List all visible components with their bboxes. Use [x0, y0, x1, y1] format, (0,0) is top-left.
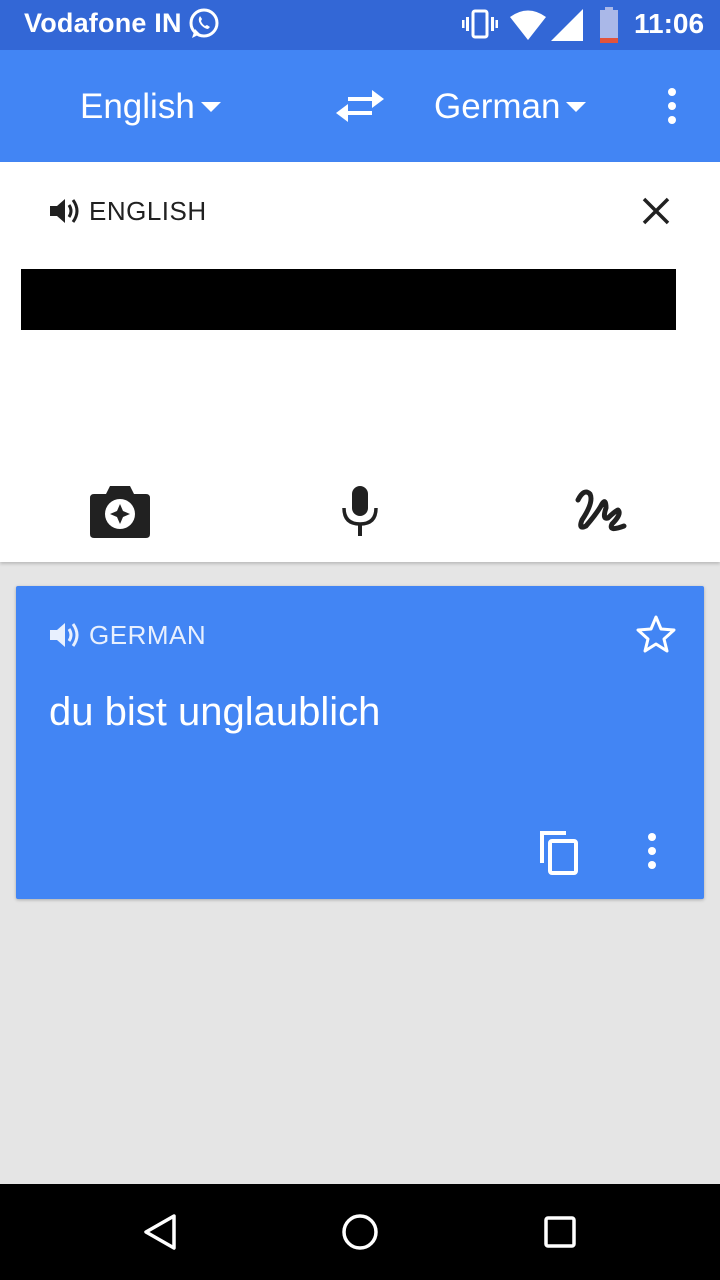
- status-bar: Vodafone IN 11:06: [0, 0, 720, 50]
- input-language-label: ENGLISH: [89, 196, 207, 226]
- swap-languages-icon: [336, 90, 384, 122]
- swap-languages-button[interactable]: [334, 86, 386, 126]
- speaker-icon[interactable]: [48, 196, 82, 226]
- target-language-label: German: [434, 87, 561, 126]
- input-text-redacted[interactable]: [21, 269, 676, 330]
- translation-result-card[interactable]: GERMAN du bist unglaublich: [16, 586, 704, 899]
- recents-button[interactable]: [540, 1212, 580, 1252]
- back-button[interactable]: [140, 1212, 180, 1252]
- result-language-label: GERMAN: [89, 620, 207, 650]
- battery-icon: [598, 7, 620, 43]
- camera-icon: [90, 486, 150, 538]
- recents-icon: [544, 1216, 576, 1248]
- clock: 11:06: [634, 8, 705, 39]
- vibrate-icon: [462, 8, 498, 40]
- handwriting-button[interactable]: [572, 482, 628, 538]
- source-language-label: English: [80, 87, 195, 126]
- microphone-icon: [342, 486, 378, 536]
- overflow-menu-button[interactable]: [660, 86, 684, 126]
- clear-input-button[interactable]: [640, 195, 672, 227]
- cell-signal-icon: [551, 9, 583, 41]
- dropdown-caret-icon: [200, 102, 221, 112]
- star-button[interactable]: [635, 614, 677, 654]
- whatsapp-icon: [187, 7, 221, 41]
- copy-button[interactable]: [538, 829, 582, 875]
- translation-text: du bist unglaublich: [49, 690, 381, 734]
- home-button[interactable]: [340, 1212, 380, 1252]
- carrier-name: Vodafone IN: [24, 8, 182, 38]
- handwriting-icon: [575, 489, 627, 532]
- overflow-menu-icon: [668, 88, 676, 124]
- close-icon: [642, 197, 670, 225]
- star-icon: [636, 615, 676, 653]
- navigation-bar: [0, 1184, 720, 1280]
- result-overflow-menu-button[interactable]: [640, 832, 664, 872]
- wifi-icon: [510, 10, 546, 40]
- copy-icon: [540, 831, 578, 875]
- overflow-menu-icon: [648, 833, 656, 869]
- microphone-button[interactable]: [340, 482, 380, 538]
- input-panel: ENGLISH: [0, 162, 720, 562]
- dropdown-caret-icon: [566, 102, 587, 112]
- target-language-selector[interactable]: German: [434, 86, 587, 128]
- speaker-icon[interactable]: [48, 620, 82, 650]
- app-bar: English German: [0, 50, 720, 162]
- back-icon: [144, 1214, 176, 1250]
- source-language-selector[interactable]: English: [80, 86, 221, 128]
- camera-button[interactable]: [90, 482, 150, 538]
- home-icon: [342, 1214, 378, 1250]
